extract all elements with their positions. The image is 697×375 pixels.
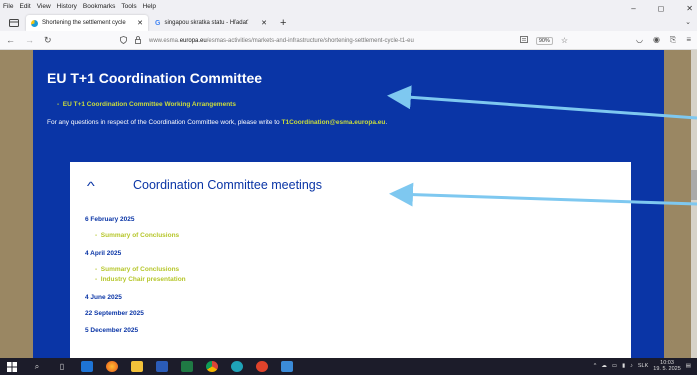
maximize-button[interactable]: ◻ [658,4,665,13]
new-tab-button[interactable]: + [274,15,292,31]
zoom-indicator[interactable]: 90% [535,36,553,45]
menu-hamburger-icon[interactable]: ≡ [686,35,691,45]
menu-tools[interactable]: Tools [121,3,136,10]
summary-of-conclusions-link[interactable]: - Summary of Conclusions [95,232,179,239]
tab-label: singapou skratka statu - Hľadať [164,20,249,26]
close-tab-icon[interactable]: ✕ [261,19,267,27]
page-scrollbar[interactable] [691,50,697,358]
shield-icon[interactable] [120,35,127,46]
coordination-committee-panel: EU T+1 Coordination Committee - EU T+1 C… [33,50,664,358]
page-viewport: EU T+1 Coordination Committee - EU T+1 C… [0,50,697,358]
extensions-icon[interactable]: ⎘ [670,35,676,45]
meetings-title[interactable]: Coordination Committee meetings [133,178,322,192]
app-icon[interactable] [281,361,293,372]
chrome-icon[interactable] [206,361,218,372]
working-arrangements-link[interactable]: - EU T+1 Coordination Committee Working … [57,101,236,108]
browser-window: File Edit View History Bookmarks Tools H… [0,0,697,358]
media-app-icon[interactable] [256,361,268,372]
menu-bar: File Edit View History Bookmarks Tools H… [0,0,697,13]
back-button[interactable]: ← [6,35,15,45]
meeting-date: 4 June 2025 [85,294,122,301]
close-window-button[interactable]: ✕ [686,4,693,13]
tab-list-icon[interactable] [4,15,24,31]
language-indicator[interactable]: SLK [638,363,648,369]
reload-button[interactable]: ↻ [44,35,52,46]
menu-view[interactable]: View [37,3,51,10]
menu-help[interactable]: Help [143,3,156,10]
word-icon[interactable] [156,361,168,372]
reader-view-icon[interactable] [519,36,528,45]
scrollbar-thumb[interactable] [691,170,697,200]
url-bar[interactable]: www.esma.europa.eu/esmas-activities/mark… [120,34,568,47]
system-tray: ^ ☁ ▭ ▮ ♪ SLK 10:03 19. 5. 2025 ▤ [594,360,691,372]
contact-text: For any questions in respect of the Coor… [47,119,388,126]
battery-icon[interactable]: ▮ [622,363,625,369]
toolbar-right: ◡ ◉ ⎘ ≡ [636,35,691,45]
tab-bar: Shortening the settlement cycle ✕ G sing… [0,13,697,31]
forward-button[interactable]: → [25,35,34,45]
panel-title: EU T+1 Coordination Committee [47,70,263,86]
minimize-button[interactable]: – [631,4,635,13]
firefox-icon[interactable] [106,361,118,372]
account-icon[interactable]: ◉ [653,35,660,45]
google-favicon-icon: G [155,19,161,27]
meeting-date: 5 December 2025 [85,327,139,334]
volume-icon[interactable]: ♪ [630,363,633,369]
task-view-icon[interactable]: ▯ [56,361,68,372]
windows-taskbar: ⌕ ▯ ^ ☁ ▭ ▮ ♪ SLK 10:03 19. 5. 2025 ▤ [0,358,697,375]
tab-settlement-cycle[interactable]: Shortening the settlement cycle ✕ [26,15,148,31]
network-icon[interactable]: ▭ [612,363,617,369]
excel-icon[interactable] [181,361,193,372]
file-explorer-icon[interactable] [131,361,143,372]
clock[interactable]: 10:03 19. 5. 2025 [653,360,681,372]
menu-file[interactable]: File [3,3,13,10]
esma-favicon-icon [31,19,38,27]
meeting-date: 6 February 2025 [85,216,135,223]
meeting-date: 22 September 2025 [85,310,144,317]
meetings-card: ^ Coordination Committee meetings 6 Febr… [70,162,631,358]
list-all-tabs-chevron-icon[interactable]: ⌄ [685,18,691,26]
pocket-icon[interactable]: ◡ [636,35,643,45]
search-icon[interactable]: ⌕ [31,361,43,372]
tab-google-search[interactable]: G singapou skratka statu - Hľadať ✕ [150,15,272,31]
mail-app-icon[interactable] [81,361,93,372]
edge-icon[interactable] [231,361,243,372]
menu-history[interactable]: History [57,3,77,10]
windows-start-icon[interactable] [6,361,18,372]
window-controls: – ◻ ✕ [631,4,693,13]
cloud-icon[interactable]: ☁ [601,363,607,369]
summary-of-conclusions-link[interactable]: - Summary of Conclusions [95,266,179,273]
navigation-bar: ← → ↻ www.esma.europa.eu/esmas-activitie… [0,31,697,50]
tray-chevron-up-icon[interactable]: ^ [594,363,597,369]
close-tab-icon[interactable]: ✕ [137,19,143,27]
url-text: www.esma.europa.eu/esmas-activities/mark… [149,37,414,44]
industry-chair-presentation-link[interactable]: - Industry Chair presentation [95,276,186,283]
lock-icon[interactable] [135,35,141,46]
collapse-chevron-up-icon[interactable]: ^ [87,179,95,193]
tab-label: Shortening the settlement cycle [42,20,126,26]
contact-email-link[interactable]: T1Coordination@esma.europa.eu [281,119,385,126]
menu-bookmarks[interactable]: Bookmarks [83,3,116,10]
meeting-date: 4 April 2025 [85,250,122,257]
menu-edit[interactable]: Edit [19,3,30,10]
bookmark-star-icon[interactable]: ☆ [561,36,568,45]
notification-icon[interactable]: ▤ [686,363,691,369]
